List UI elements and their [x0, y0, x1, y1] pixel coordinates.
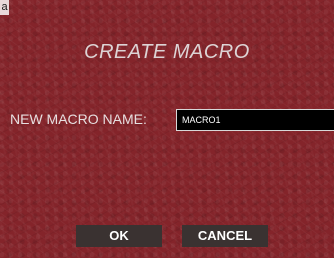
corner-fragment: a [0, 0, 9, 15]
create-macro-dialog: a CREATE MACRO NEW MACRO NAME: OK CANCEL [0, 0, 334, 266]
bottom-edge [0, 258, 334, 266]
cancel-button[interactable]: CANCEL [182, 225, 268, 247]
ok-button[interactable]: OK [76, 225, 162, 247]
macro-name-input[interactable] [176, 109, 334, 131]
dialog-title: CREATE MACRO [84, 41, 250, 63]
macro-name-label: NEW MACRO NAME: [10, 111, 147, 127]
